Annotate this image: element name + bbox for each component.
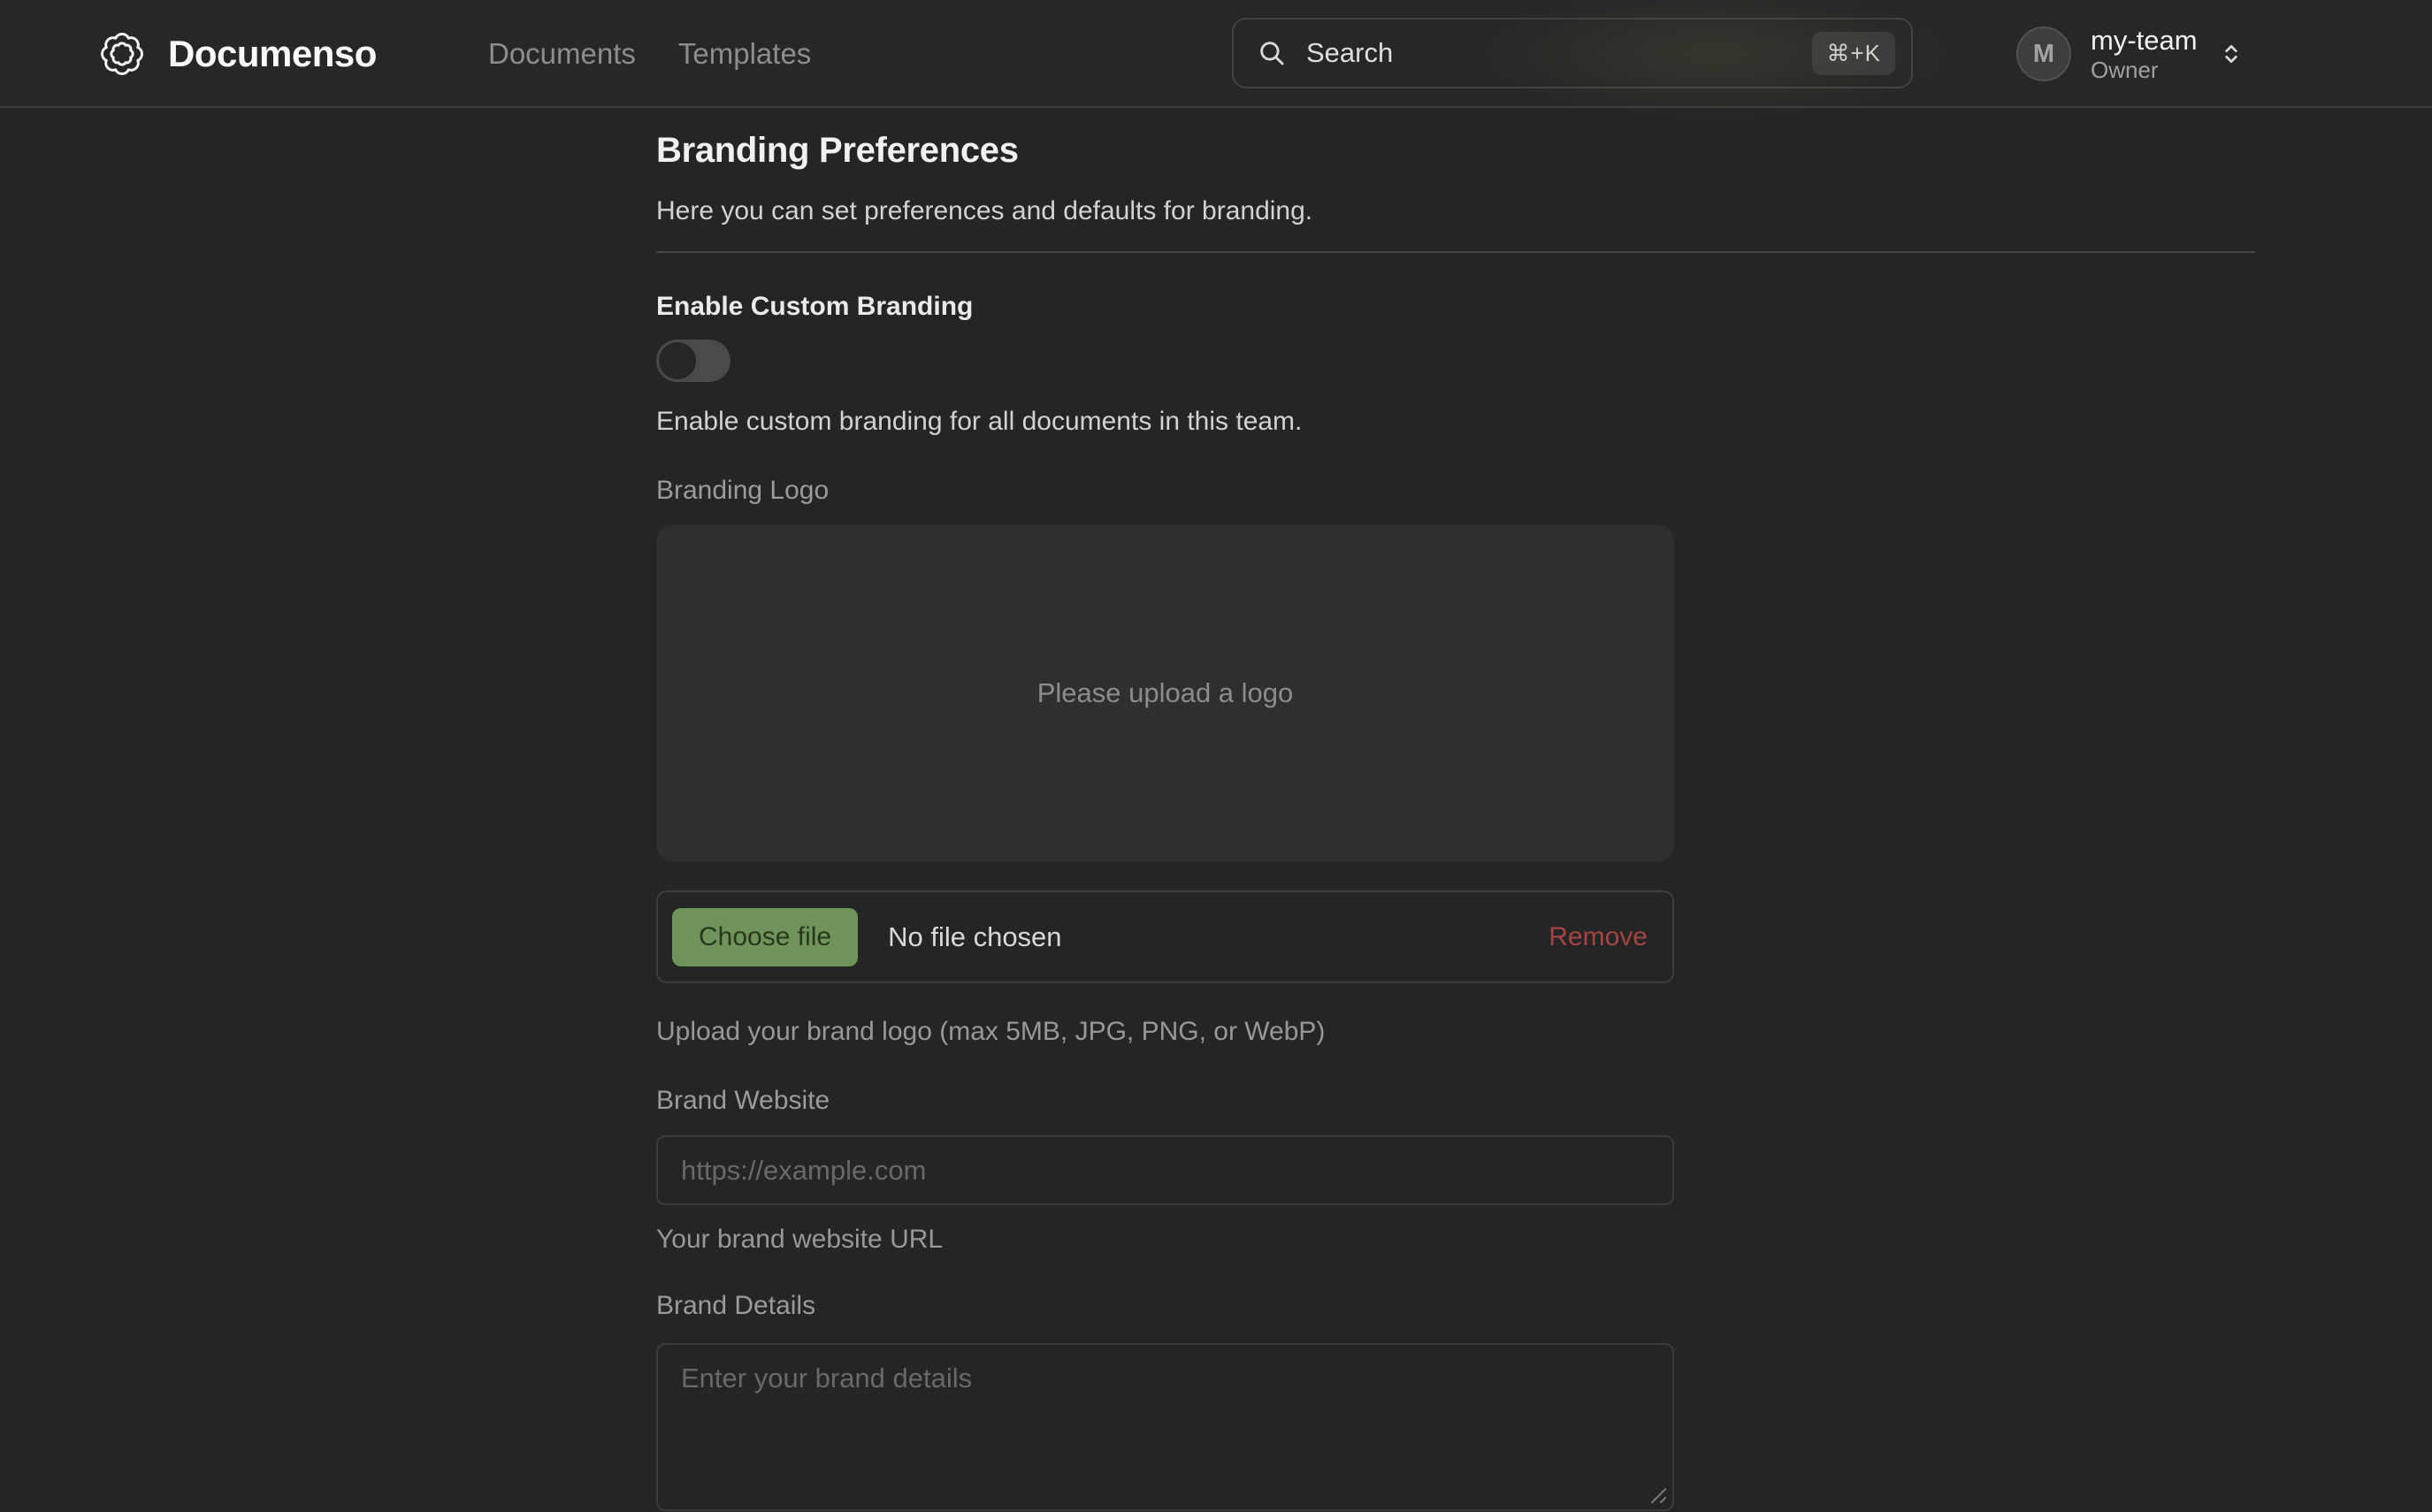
brand-details-field [656, 1343, 1674, 1511]
logo-upload-help: Upload your brand logo (max 5MB, JPG, PN… [656, 1016, 1674, 1048]
avatar-initial: M [2033, 40, 2054, 69]
primary-nav: Documents Templates [488, 0, 811, 108]
logo-upload-placeholder: Please upload a logo [1037, 677, 1294, 709]
search-icon [1257, 38, 1287, 68]
section-divider [656, 251, 2255, 253]
logo-file-input-row: Choose file No file chosen Remove [656, 890, 1674, 983]
brand-website-input[interactable] [656, 1135, 1674, 1205]
nav-item-documents[interactable]: Documents [488, 37, 636, 71]
brand-website-label: Brand Website [656, 1085, 1674, 1117]
nav-item-templates[interactable]: Templates [678, 37, 811, 71]
enable-custom-branding-label: Enable Custom Branding [656, 291, 1674, 323]
file-chosen-status: No file chosen [888, 921, 1549, 953]
brand-logo[interactable]: Documenso [97, 0, 377, 108]
brand-details-label: Brand Details [656, 1290, 1674, 1322]
page-description: Here you can set preferences and default… [656, 196, 1674, 226]
team-name: my-team [2091, 25, 2198, 57]
choose-file-button[interactable]: Choose file [672, 908, 858, 966]
chevrons-up-down-icon [2217, 40, 2245, 68]
team-role: Owner [2091, 57, 2198, 84]
brand-name: Documenso [168, 33, 377, 75]
brand-website-help: Your brand website URL [656, 1224, 1674, 1256]
avatar: M [2016, 27, 2071, 81]
textarea-resize-handle[interactable] [1646, 1483, 1669, 1506]
search-shortcut-badge: ⌘+K [1812, 32, 1895, 75]
search-placeholder: Search [1306, 37, 1812, 69]
remove-logo-button[interactable]: Remove [1549, 922, 1648, 952]
branding-preferences-page: Branding Preferences Here you can set pr… [656, 108, 2255, 1511]
brand-details-textarea[interactable] [656, 1343, 1674, 1511]
enable-custom-branding-toggle[interactable] [656, 340, 730, 382]
branding-logo-label: Branding Logo [656, 475, 1674, 507]
page-title: Branding Preferences [656, 129, 1674, 172]
top-navbar: Documenso Documents Templates Search ⌘+K… [0, 0, 2432, 108]
toggle-thumb [659, 342, 696, 379]
documenso-logo-icon [97, 29, 147, 79]
search-input[interactable]: Search ⌘+K [1232, 18, 1913, 88]
enable-custom-branding-help: Enable custom branding for all documents… [656, 407, 1674, 437]
user-menu-text: my-team Owner [2091, 25, 2198, 84]
user-menu[interactable]: M my-team Owner [2016, 0, 2245, 108]
logo-upload-dropzone[interactable]: Please upload a logo [656, 525, 1674, 861]
